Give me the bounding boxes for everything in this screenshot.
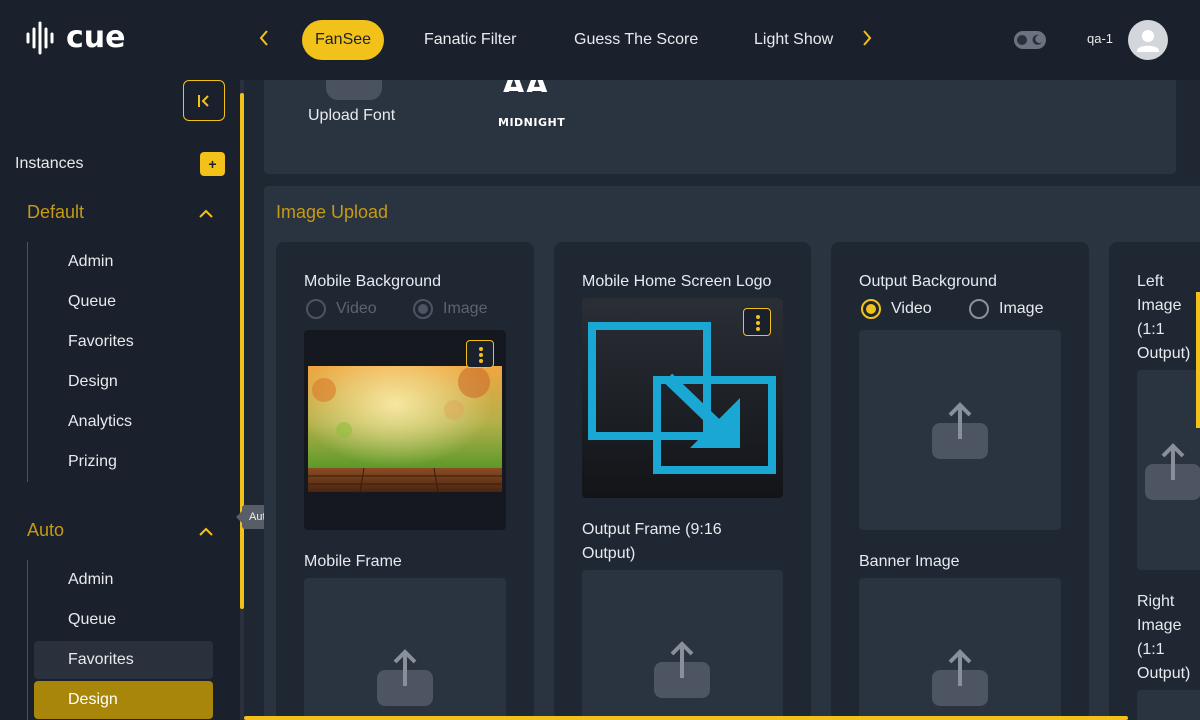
card-mobile-home-screen-logo: Mobile Home Screen Logo Output Frame (9:… [554,242,811,720]
group-auto-title[interactable]: Auto [27,520,64,541]
upload-icon [932,402,988,459]
output-frame-label: Output Frame (9:16 Output) [582,521,722,562]
sidebar-item-auto-design[interactable]: Design [34,681,213,719]
card-output-background: Output Background Video Image Banner Ima… [831,242,1089,720]
dot [479,353,483,357]
left-image-label: Left Image (1:1 Output) [1137,273,1191,362]
chevron-right-icon [863,30,872,46]
output-background-dropzone[interactable] [859,330,1061,530]
moon-icon [1032,34,1042,45]
upload-font-label: Upload Font [308,107,396,124]
group-default-title[interactable]: Default [27,202,84,223]
tab-light-show[interactable]: Light Show [754,20,833,60]
sidebar-item-default-analytics[interactable]: Analytics [34,403,213,441]
dot [756,315,760,319]
mobile-background-menu-button[interactable] [466,340,494,368]
card-mobile-background: Mobile Background Video Image Mobile Fra… [276,242,534,720]
upload-icon [1145,443,1200,500]
tabs-prev-arrow[interactable] [252,26,276,54]
mobile-home-screen-logo-label: Mobile Home Screen Logo [582,273,772,290]
radio-label-image: Image [999,300,1044,317]
tab-fanatic-filter[interactable]: Fanatic Filter [424,20,516,60]
dark-mode-toggle[interactable] [1014,31,1046,49]
radio-label-video: Video [891,300,932,317]
instances-label: Instances [15,155,84,172]
mobile-home-screen-logo-preview[interactable] [582,298,783,498]
mobile-background-preview[interactable] [304,330,506,530]
sidebar-item-default-queue[interactable]: Queue [34,283,213,321]
mobile-frame-label: Mobile Frame [304,553,402,570]
output-background-radio-video[interactable]: Video [861,299,932,319]
mobile-background-label: Mobile Background [304,273,441,290]
logo-text: cue [66,20,126,55]
add-instance-button[interactable]: + [200,152,225,176]
sidebar-item-default-prizing[interactable]: Prizing [34,443,213,481]
sidebar-item-auto-queue[interactable]: Queue [34,601,213,639]
radio-button[interactable] [969,299,989,319]
output-frame-dropzone[interactable] [582,570,783,720]
sidebar-item-auto-favorites[interactable]: Favorites [34,641,213,679]
upload-icon [654,641,710,698]
dot [756,321,760,325]
radio-label-video: Video [336,300,377,317]
dot [479,359,483,363]
tabs-next-arrow[interactable] [855,26,879,54]
upload-icon [377,649,433,706]
upload-font-tile[interactable] [326,80,382,100]
right-image-dropzone[interactable] [1137,690,1200,720]
mobile-home-screen-logo-menu-button[interactable] [743,308,771,336]
sidebar-item-default-favorites[interactable]: Favorites [34,323,213,361]
banner-image-label: Banner Image [859,553,960,570]
sidebar-item-default-admin[interactable]: Admin [34,243,213,281]
output-background-radio-image[interactable]: Image [969,299,1043,319]
tab-guess-the-score[interactable]: Guess The Score [574,20,698,60]
cue-logo[interactable]: cue [24,20,126,56]
chevron-up-icon[interactable] [198,524,214,540]
chevron-left-icon [259,30,268,46]
sidebar-item-auto-admin[interactable]: Admin [34,561,213,599]
soundwave-icon [26,21,54,55]
chevron-up-icon[interactable] [198,206,214,222]
radio-button[interactable] [861,299,881,319]
main-vertical-scrollbar[interactable] [1196,292,1200,428]
mobile-background-radio-image[interactable]: Image [413,299,487,319]
image-upload-title: Image Upload [276,202,389,222]
dot [479,347,483,351]
tab-fansee[interactable]: FanSee [302,20,385,60]
group-auto-line [27,560,28,720]
right-image-label: Right Image (1:1 Output) [1137,593,1191,682]
sidebar-scrollbar[interactable] [240,93,244,609]
sidebar: Instances + Default Admin Queue Favorite… [0,80,240,720]
radio-button[interactable] [413,299,433,319]
dot [756,327,760,331]
upload-icon [932,649,988,706]
banner-image-dropzone[interactable] [859,578,1061,720]
sidebar-item-default-design[interactable]: Design [34,363,213,401]
output-background-label: Output Background [859,273,997,290]
mobile-frame-dropzone[interactable] [304,578,506,720]
card-left-image: Left Image (1:1 Output) Right Image (1:1… [1109,242,1200,720]
left-image-dropzone[interactable] [1137,370,1200,570]
radio-label-image: Image [443,300,488,317]
top-bar: cue FanSee Fanatic Filter Guess The Scor… [0,0,1200,80]
avatar[interactable] [1128,20,1168,60]
toggle-knob [1017,35,1027,45]
user-name: qa-1 [1087,31,1114,46]
mobile-background-radio-video[interactable]: Video [306,299,377,319]
main-horizontal-scrollbar[interactable] [244,716,1128,720]
fonts-panel [264,80,1176,174]
user-icon [1137,30,1159,52]
group-default-line [27,242,28,482]
radio-button[interactable] [306,299,326,319]
collapse-left-icon [198,95,209,107]
font-preview-glyph[interactable]: AA [502,80,548,92]
font-name-midnight: Midnight [498,116,566,129]
collapse-sidebar-button[interactable] [183,80,225,121]
